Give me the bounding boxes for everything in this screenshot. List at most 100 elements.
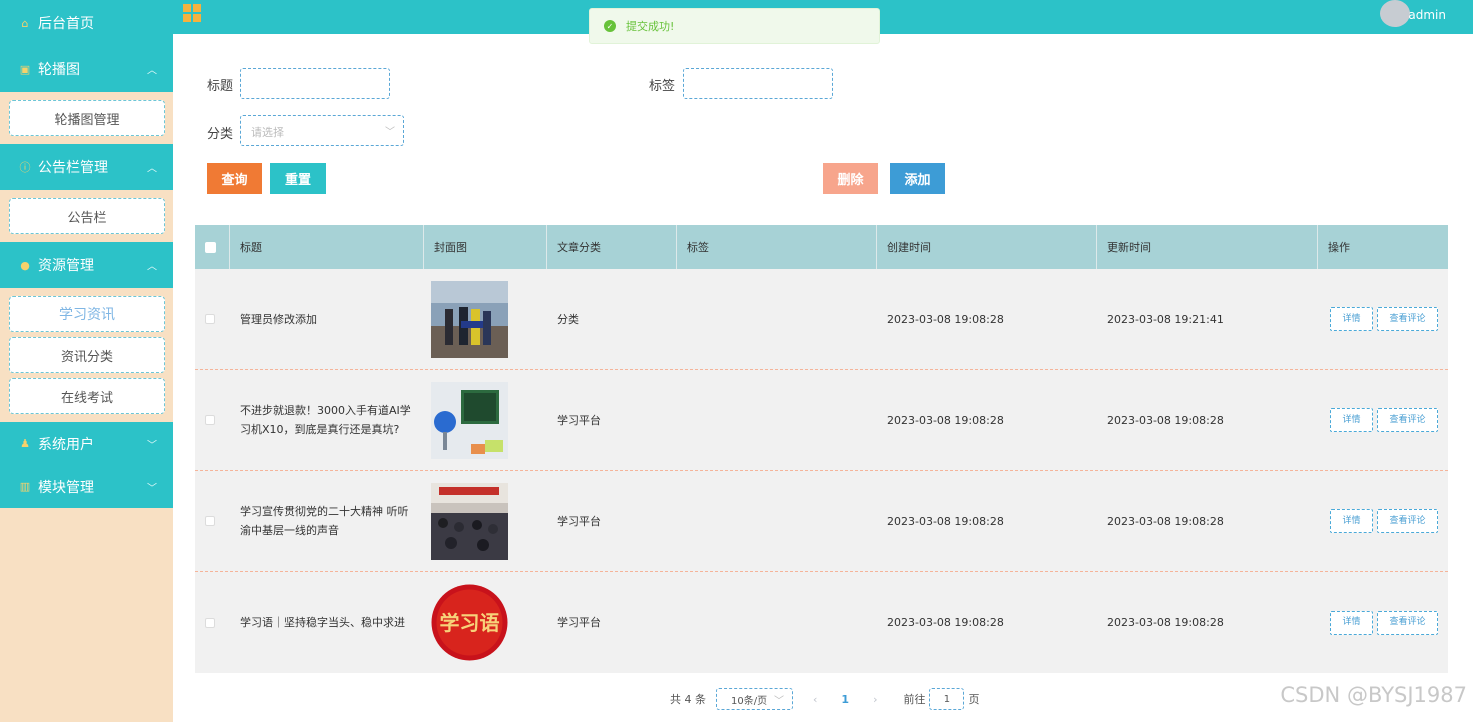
view-comments-button[interactable]: 查看评论 — [1377, 408, 1438, 432]
col-category: 文章分类 — [547, 225, 677, 269]
menu-group-modules[interactable]: ▥ 模块管理 ﹀ — [0, 465, 173, 508]
menu-group-carousel[interactable]: ▣ 轮播图 ︿ — [0, 46, 173, 92]
col-tag: 标签 — [677, 225, 877, 269]
table-header: 标题 封面图 文章分类 标签 创建时间 更新时间 操作 — [195, 225, 1448, 269]
view-comments-button[interactable]: 查看评论 — [1377, 509, 1438, 533]
home-icon: ⌂ — [21, 16, 29, 30]
total-count: 共 4 条 — [670, 693, 706, 706]
reset-button[interactable]: 重置 — [270, 163, 326, 194]
add-button[interactable]: 添加 — [890, 163, 945, 194]
row-tag — [677, 370, 877, 470]
sidebar-item-notice[interactable]: 公告栏 — [9, 198, 165, 234]
menu-group-resources[interactable]: ● 资源管理 ︿ — [0, 242, 173, 288]
tag-input[interactable] — [683, 68, 833, 99]
sidebar-item-carousel-mgmt[interactable]: 轮播图管理 — [9, 100, 165, 136]
image-icon: ▣ — [19, 62, 31, 76]
category-label: 分类 — [207, 127, 234, 142]
prev-page-icon[interactable]: ‹ — [813, 693, 817, 706]
lightbulb-icon: ● — [20, 258, 30, 272]
row-created: 2023-03-08 19:08:28 — [887, 514, 1004, 528]
goto-label: 前往 — [903, 693, 926, 706]
chevron-down-icon: ﹀ — [774, 695, 784, 707]
menu-home-label: 后台首页 — [38, 16, 94, 32]
category-placeholder: 请选择 — [251, 126, 284, 139]
view-comments-button[interactable]: 查看评论 — [1377, 610, 1438, 635]
menu-grid-icon[interactable] — [183, 4, 203, 22]
row-title: 不进步就退款！3000入手有道AI学习机X10，到底是真行还是真坑? — [240, 404, 411, 436]
row-category: 分类 — [557, 312, 579, 326]
avatar[interactable] — [1380, 0, 1410, 27]
row-tag — [677, 269, 877, 369]
tag-label: 标签 — [649, 79, 676, 94]
row-checkbox[interactable] — [205, 415, 215, 425]
table-row: 不进步就退款！3000入手有道AI学习机X10，到底是真行还是真坑? 学习平台 … — [195, 370, 1448, 471]
col-updated: 更新时间 — [1097, 225, 1318, 269]
page-suffix: 页 — [968, 693, 980, 706]
page-size-select[interactable]: 10条/页 ﹀ — [716, 688, 793, 710]
row-title: 管理员修改添加 — [240, 312, 317, 326]
table-row: 学习语｜坚持稳字当头、稳中求进 学习语 学习平台 2023-03-08 19:0… — [195, 572, 1448, 673]
title-label: 标题 — [207, 79, 234, 94]
row-checkbox[interactable] — [205, 314, 215, 324]
sidebar: ⌂ 后台首页 ▣ 轮播图 ︿ 轮播图管理 ⓘ 公告栏管理 ︿ 公告栏 ● 资源管… — [0, 0, 173, 722]
detail-button[interactable]: 详情 — [1330, 307, 1373, 331]
goto-page-input[interactable]: 1 — [929, 688, 965, 710]
menu-group-system-users[interactable]: ♟ 系统用户 ﹀ — [0, 422, 173, 465]
row-updated: 2023-03-08 19:08:28 — [1107, 616, 1224, 629]
col-title: 标题 — [230, 225, 424, 269]
table-row: 管理员修改添加 分类 2023-03-08 19:08:28 2023-03-0… — [195, 269, 1448, 370]
page-number[interactable]: 1 — [841, 693, 849, 706]
col-created: 创建时间 — [877, 225, 1097, 269]
row-tag — [677, 572, 877, 673]
cover-logo-text: 学习语 — [440, 611, 500, 635]
col-cover: 封面图 — [424, 225, 547, 269]
col-actions: 操作 — [1328, 241, 1350, 254]
row-title: 学习宣传贯彻党的二十大精神 听听渝中基层一线的声音 — [240, 505, 409, 537]
menu-group-label: 资源管理 — [38, 258, 94, 274]
table-row: 学习宣传贯彻党的二十大精神 听听渝中基层一线的声音 学习平台 2023-03-0… — [195, 471, 1448, 572]
cover-image: 学习语 — [431, 584, 508, 661]
sidebar-item-online-exam[interactable]: 在线考试 — [9, 378, 165, 414]
detail-button[interactable]: 详情 — [1330, 610, 1373, 635]
page-size-value: 10条/页 — [731, 695, 768, 707]
menu-group-label: 轮播图 — [38, 62, 80, 78]
detail-button[interactable]: 详情 — [1330, 408, 1373, 432]
sidebar-item-news-category[interactable]: 资讯分类 — [9, 337, 165, 373]
next-page-icon[interactable]: › — [873, 693, 877, 706]
menu-group-label: 公告栏管理 — [38, 160, 108, 176]
check-circle-icon: ✓ — [604, 20, 616, 32]
chevron-up-icon: ︿ — [147, 261, 157, 273]
chevron-up-icon: ︿ — [147, 163, 157, 175]
select-all-checkbox[interactable] — [205, 241, 216, 253]
view-comments-button[interactable]: 查看评论 — [1377, 307, 1438, 331]
cover-image — [431, 482, 508, 560]
row-updated: 2023-03-08 19:08:28 — [1107, 413, 1224, 427]
article-table: 标题 封面图 文章分类 标签 创建时间 更新时间 操作 管理员修改添加 分类 2… — [195, 225, 1448, 673]
username[interactable]: admin — [1408, 8, 1446, 22]
menu-group-label: 模块管理 — [38, 479, 94, 496]
row-title: 学习语｜坚持稳字当头、稳中求进 — [240, 616, 405, 629]
row-updated: 2023-03-08 19:08:28 — [1107, 514, 1224, 528]
row-checkbox[interactable] — [205, 617, 215, 628]
menu-home[interactable]: ⌂ 后台首页 — [0, 0, 173, 46]
sidebar-item-study-news[interactable]: 学习资讯 — [9, 296, 165, 332]
chevron-up-icon: ︿ — [147, 65, 157, 77]
row-checkbox[interactable] — [205, 516, 215, 526]
row-created: 2023-03-08 19:08:28 — [887, 312, 1004, 326]
chevron-down-icon: ﹀ — [147, 440, 157, 451]
title-input[interactable] — [240, 68, 390, 99]
menu-group-notice[interactable]: ⓘ 公告栏管理 ︿ — [0, 144, 173, 190]
menu-group-label: 系统用户 — [38, 436, 94, 453]
module-icon: ▥ — [19, 480, 31, 493]
detail-button[interactable]: 详情 — [1330, 509, 1373, 533]
info-icon: ⓘ — [19, 161, 31, 174]
query-button[interactable]: 查询 — [207, 163, 262, 194]
delete-button[interactable]: 删除 — [823, 163, 878, 194]
row-updated: 2023-03-08 19:21:41 — [1107, 312, 1224, 326]
category-select[interactable]: 请选择 ﹀ — [240, 115, 404, 146]
row-category: 学习平台 — [557, 413, 601, 427]
row-tag — [677, 471, 877, 571]
cover-image — [431, 280, 508, 358]
row-created: 2023-03-08 19:08:28 — [887, 413, 1004, 427]
row-category: 学习平台 — [557, 616, 601, 629]
